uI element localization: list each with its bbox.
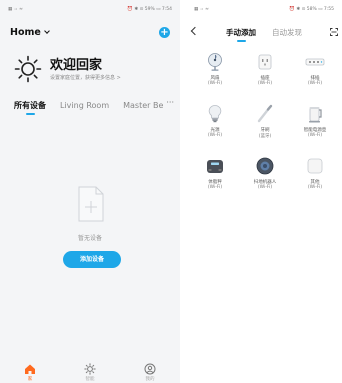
device-connection: (Wi-Fi) <box>207 185 223 190</box>
device-fan[interactable]: 风扇 (Wi-Fi) <box>190 52 240 98</box>
tab-auto-discover[interactable]: 自动发现 <box>272 27 302 38</box>
tab-indicator <box>237 40 246 42</box>
add-device-button[interactable]: 添加设备 <box>63 251 121 268</box>
device-light[interactable]: 光源 (Wi-Fi) <box>190 104 240 150</box>
more-tabs-icon[interactable]: ··· <box>164 98 174 107</box>
room-tabs: 所有设备 Living Room Master Be ··· <box>14 98 176 112</box>
tab-manual-add[interactable]: 手动添加 <box>226 27 256 38</box>
scan-icon[interactable] <box>330 28 338 36</box>
robot-vacuum-icon <box>256 157 274 175</box>
status-right: ⏰ ✱ ⊙ 59% ▭ 7:54 <box>127 6 172 12</box>
device-connection: (Wi-Fi) <box>307 185 323 190</box>
status-left: ▦ ᵢₗ ≈ <box>8 6 24 12</box>
toothbrush-icon <box>257 104 273 123</box>
device-connection: (Wi-Fi) <box>307 133 323 138</box>
add-device-screen: ▦ ᵢₗ ≈ ⏰ ✱ ⊙ 58% ▭ 7:55 手动添加 自动发现 风扇 (Wi… <box>186 0 342 383</box>
device-connection: (Wi-Fi) <box>257 81 273 86</box>
device-connection: (Wi-Fi) <box>307 81 323 86</box>
home-screen: ▦ ᵢₗ ≈ ⏰ ✱ ⊙ 59% ▭ 7:54 Home + 欢迎回家 设置家庭… <box>0 0 180 383</box>
device-connection: (蓝牙) <box>258 134 272 139</box>
bulb-icon <box>208 105 222 123</box>
other-device-icon <box>307 158 323 174</box>
fan-icon <box>208 53 222 71</box>
profile-icon <box>144 363 156 375</box>
status-right: ⏰ ✱ ⊙ 58% ▭ 7:55 <box>289 6 334 12</box>
home-icon <box>25 364 35 374</box>
nav-profile[interactable]: 我的 <box>130 363 170 382</box>
home-header: Home + <box>10 24 170 40</box>
empty-state-text: 暂无设备 <box>77 235 102 242</box>
tab-indicator <box>26 113 35 115</box>
device-body-fat-scale[interactable]: 体脂秤 (Wi-Fi) <box>190 156 240 202</box>
scale-icon <box>207 160 223 173</box>
add-button[interactable]: + <box>159 26 170 38</box>
welcome-subtitle[interactable]: 设置家庭位置，获得更多信息 > <box>50 74 121 81</box>
sun-icon <box>14 55 42 83</box>
status-bar: ▦ ᵢₗ ≈ ⏰ ✱ ⊙ 59% ▭ 7:54 <box>8 4 172 14</box>
sun-icon <box>84 363 96 375</box>
device-connection: (Wi-Fi) <box>207 133 223 138</box>
device-toothbrush[interactable]: 牙刷 (蓝牙) <box>240 104 290 150</box>
bottom-nav: 家 智能 我的 <box>0 361 180 383</box>
kettle-icon <box>309 107 322 123</box>
device-category-grid: 风扇 (Wi-Fi) 插座 (Wi-Fi) 排插 (Wi-Fi) 光源 (Wi-… <box>190 52 340 202</box>
socket-icon <box>258 54 272 70</box>
power-strip-icon <box>305 58 325 66</box>
nav-home-label: 家 <box>27 377 33 382</box>
welcome-banner[interactable]: 欢迎回家 设置家庭位置，获得更多信息 > <box>14 54 174 84</box>
status-bar: ▦ ᵢₗ ≈ ⏰ ✱ ⊙ 58% ▭ 7:55 <box>194 4 334 14</box>
tab-all-devices[interactable]: 所有设备 <box>14 100 46 111</box>
device-other[interactable]: 其他 (Wi-Fi) <box>290 156 340 202</box>
tab-master-bedroom[interactable]: Master Be <box>123 101 163 110</box>
nav-smart-label: 智能 <box>85 377 95 382</box>
nav-profile-label: 我的 <box>145 377 155 382</box>
nav-home[interactable]: 家 <box>10 363 50 382</box>
device-kettle[interactable]: 智能电源壶 (Wi-Fi) <box>290 104 340 150</box>
device-robot-vacuum[interactable]: 扫地机器人 (Wi-Fi) <box>240 156 290 202</box>
empty-document-icon <box>78 186 104 222</box>
tab-living-room[interactable]: Living Room <box>60 101 109 110</box>
back-icon[interactable] <box>190 26 200 36</box>
home-selector[interactable]: Home <box>10 26 50 38</box>
nav-smart[interactable]: 智能 <box>70 363 110 382</box>
device-connection: (Wi-Fi) <box>207 81 223 86</box>
home-title: Home <box>10 26 41 38</box>
device-socket[interactable]: 插座 (Wi-Fi) <box>240 52 290 98</box>
device-power-strip[interactable]: 排插 (Wi-Fi) <box>290 52 340 98</box>
welcome-title: 欢迎回家 <box>50 57 103 73</box>
device-connection: (Wi-Fi) <box>257 185 273 190</box>
status-left: ▦ ᵢₗ ≈ <box>194 6 210 12</box>
chevron-down-icon <box>43 27 50 34</box>
add-device-header: 手动添加 自动发现 <box>186 25 342 42</box>
